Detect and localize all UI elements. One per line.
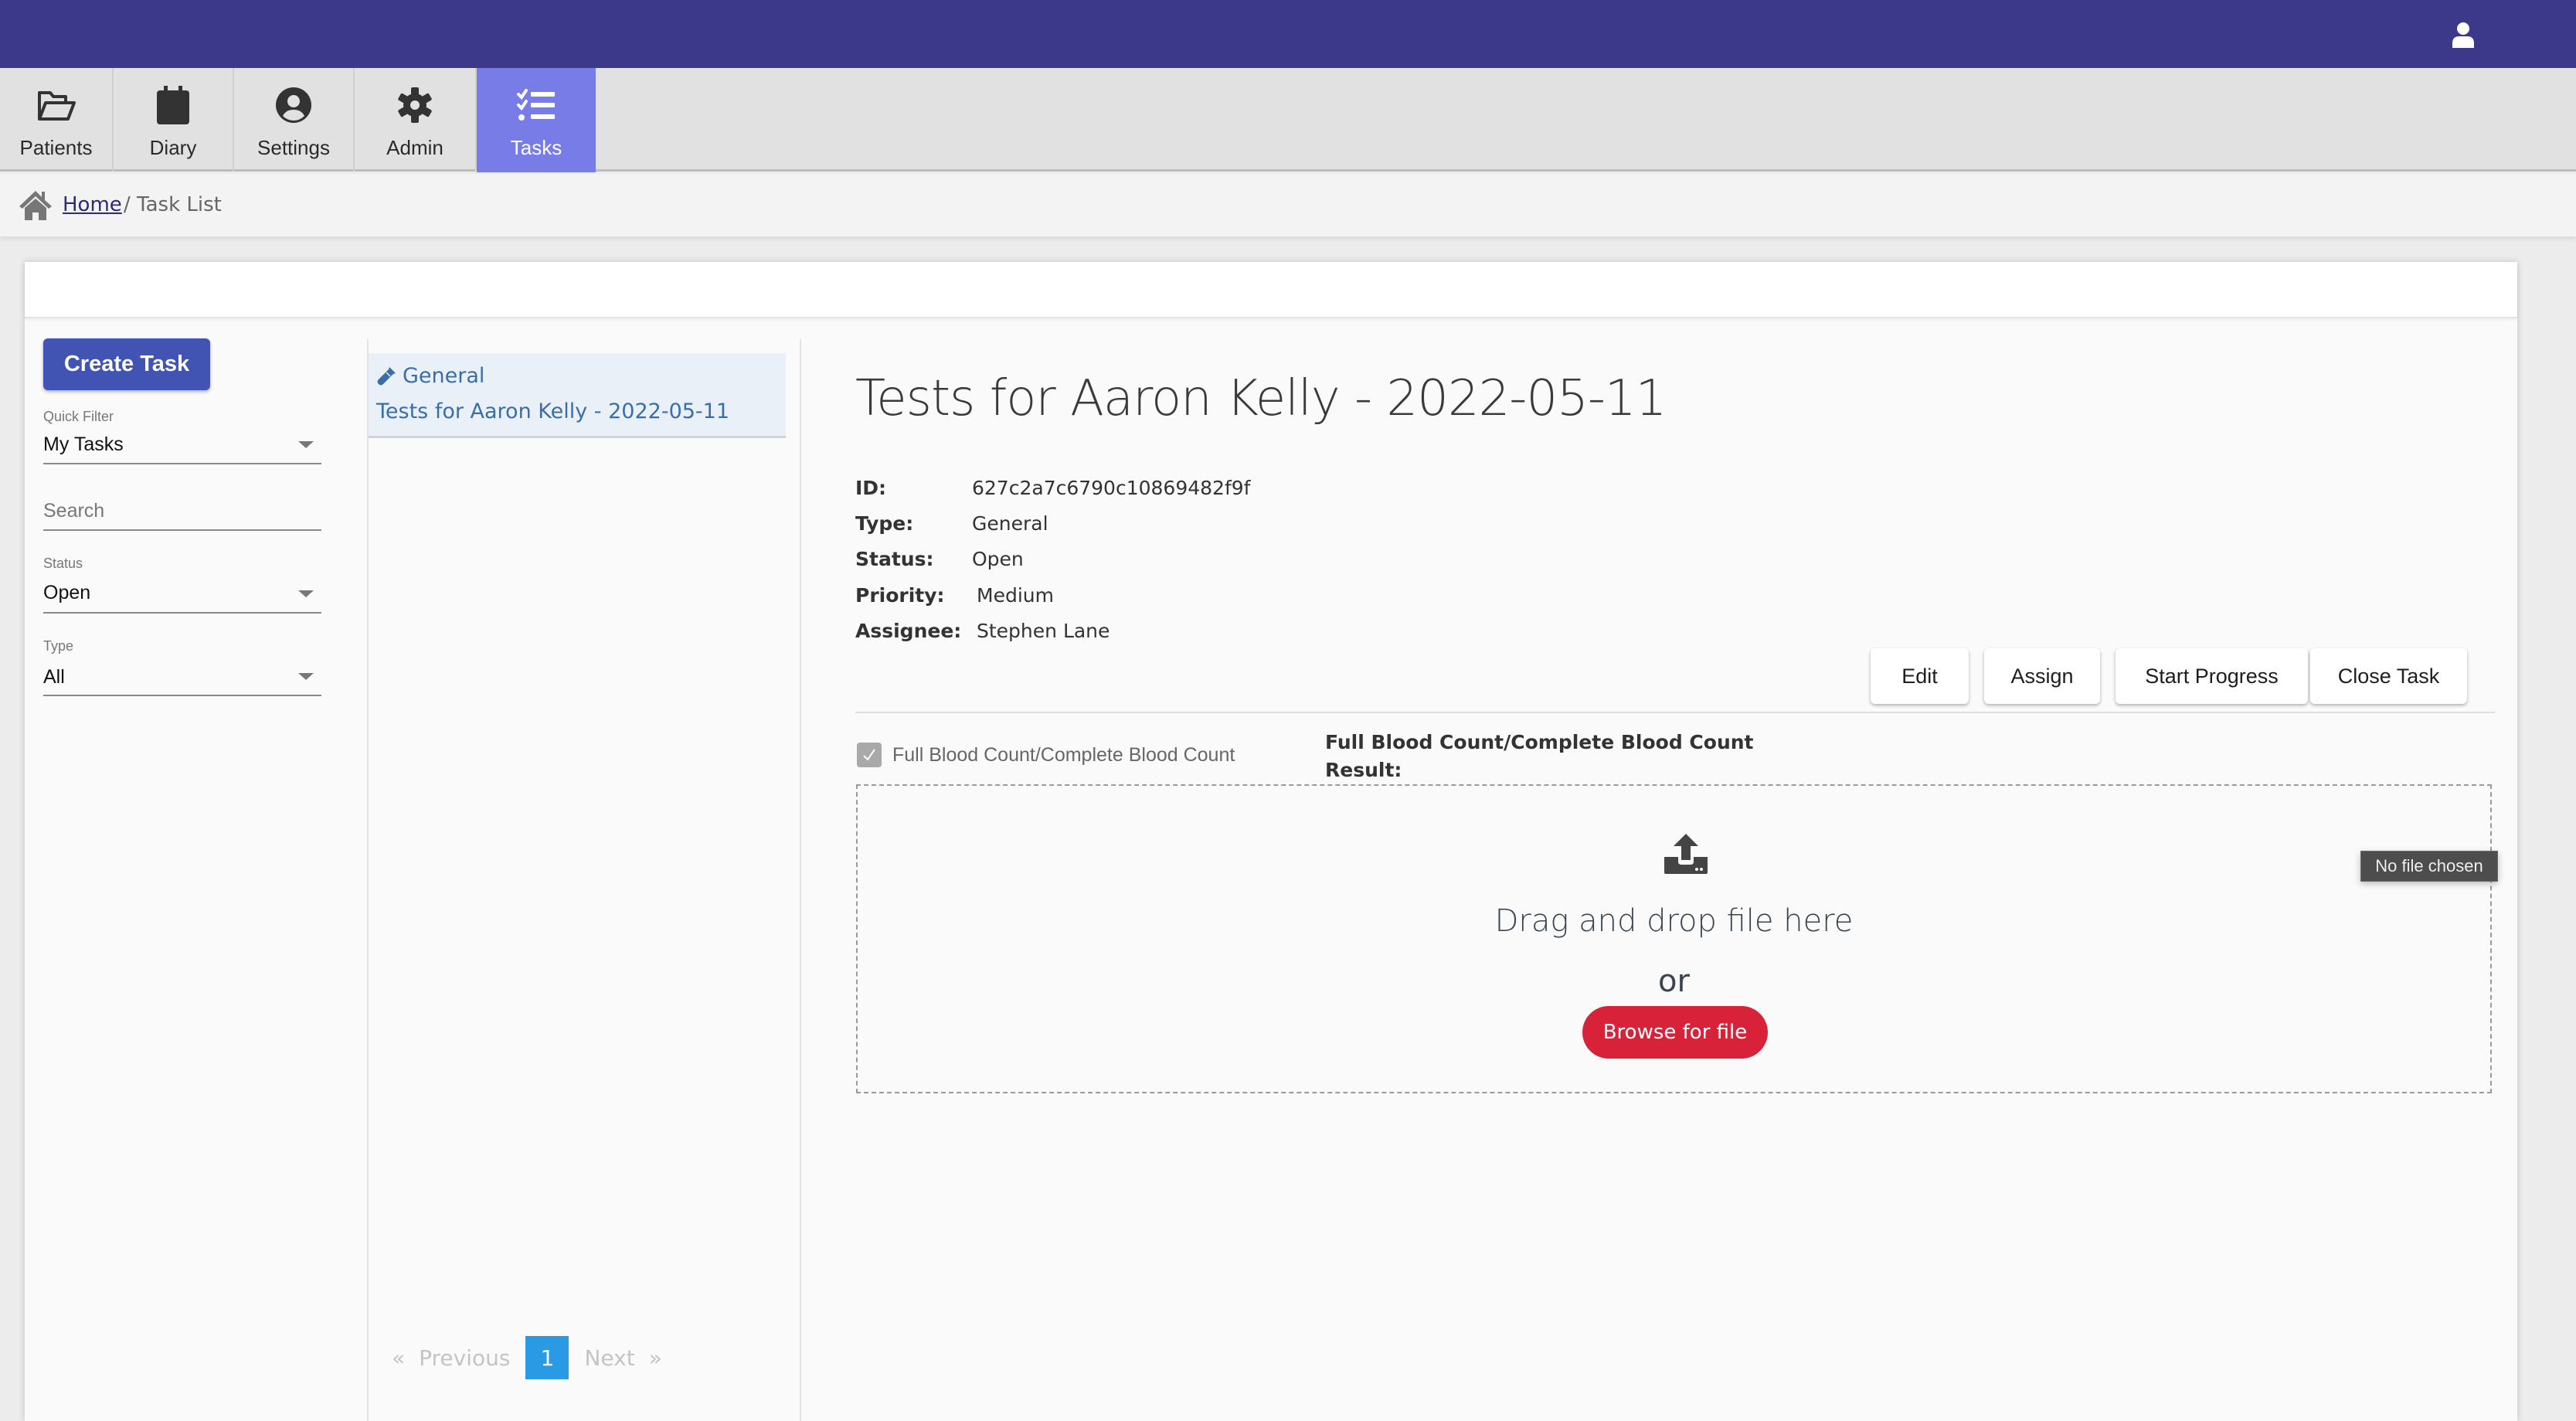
tab-label: Patients bbox=[19, 136, 93, 159]
status-value: Open bbox=[43, 582, 91, 603]
result-heading: Full Blood Count/Complete Blood Count Re… bbox=[1325, 731, 1754, 781]
task-panel: Create Task Quick Filter My Tasks Search… bbox=[25, 262, 2517, 1421]
type-select[interactable]: Type All bbox=[43, 638, 321, 696]
panel-header bbox=[25, 262, 2517, 318]
close-task-button[interactable]: Close Task bbox=[2310, 648, 2467, 704]
tab-tasks[interactable]: Tasks bbox=[477, 68, 596, 172]
list-item[interactable]: General Tests for Aaron Kelly - 2022-05-… bbox=[369, 353, 786, 438]
tab-label: Settings bbox=[257, 136, 330, 159]
user-circle-icon bbox=[274, 85, 314, 125]
chevron-down-icon bbox=[298, 441, 314, 448]
task-title: Tests for Aaron Kelly - 2022-05-11 bbox=[376, 399, 730, 423]
tab-label: Tasks bbox=[510, 136, 562, 159]
pagination: « Previous 1 Next » bbox=[392, 1336, 662, 1379]
task-title-heading: Tests for Aaron Kelly - 2022-05-11 bbox=[855, 370, 1667, 427]
search-placeholder: Search bbox=[43, 500, 105, 522]
next-button[interactable]: Next bbox=[584, 1345, 634, 1371]
first-page-button[interactable]: « bbox=[392, 1345, 405, 1371]
breadcrumb-current: / Task List bbox=[124, 193, 222, 216]
quick-filter-value: My Tasks bbox=[43, 433, 124, 455]
start-progress-button[interactable]: Start Progress bbox=[2116, 648, 2308, 704]
page-1-button[interactable]: 1 bbox=[525, 1336, 569, 1379]
tab-diary[interactable]: Diary bbox=[114, 68, 234, 172]
type-label: Type bbox=[43, 638, 74, 654]
quick-filter-select[interactable]: Quick Filter My Tasks bbox=[43, 409, 321, 464]
status-label: Status bbox=[43, 556, 83, 571]
tab-settings[interactable]: Settings bbox=[234, 68, 355, 172]
task-category: General bbox=[403, 364, 485, 388]
create-task-button[interactable]: Create Task bbox=[43, 338, 210, 390]
check-icon bbox=[863, 749, 875, 761]
breadcrumb-home-link[interactable]: Home bbox=[63, 193, 122, 216]
tab-admin[interactable]: Admin bbox=[355, 68, 477, 172]
type-value: All bbox=[43, 666, 65, 688]
test-checkbox[interactable] bbox=[857, 743, 882, 767]
tab-label: Diary bbox=[149, 136, 197, 159]
main-nav: Patients Diary Settings Admin Tasks bbox=[0, 68, 2576, 172]
top-bar bbox=[0, 0, 2576, 68]
calendar-icon bbox=[153, 85, 193, 125]
test-tube-icon bbox=[377, 366, 396, 385]
status-select[interactable]: Status Open bbox=[43, 556, 321, 614]
chevron-down-icon bbox=[298, 590, 314, 597]
quick-filter-label: Quick Filter bbox=[43, 409, 114, 424]
user-icon[interactable] bbox=[2451, 22, 2476, 48]
task-list-icon bbox=[516, 85, 556, 125]
test-label: Full Blood Count/Complete Blood Count bbox=[892, 744, 1235, 766]
previous-button[interactable]: Previous bbox=[419, 1345, 510, 1371]
file-tooltip: No file chosen bbox=[2360, 851, 2498, 882]
search-input[interactable]: Search bbox=[43, 494, 321, 531]
breadcrumb: Home / Task List bbox=[0, 174, 2576, 236]
tab-patients[interactable]: Patients bbox=[0, 68, 114, 172]
task-list: General Tests for Aaron Kelly - 2022-05-… bbox=[367, 339, 801, 1421]
divider bbox=[855, 712, 2495, 713]
edit-button[interactable]: Edit bbox=[1871, 648, 1969, 704]
home-icon bbox=[19, 191, 52, 220]
gear-icon bbox=[395, 85, 435, 125]
browse-file-button[interactable]: Browse for file bbox=[1582, 1006, 1768, 1059]
or-text: or bbox=[1658, 964, 1690, 999]
folder-open-icon bbox=[36, 85, 76, 125]
assign-button[interactable]: Assign bbox=[1984, 648, 2100, 704]
tab-label: Admin bbox=[386, 136, 443, 159]
upload-icon bbox=[1664, 834, 1708, 874]
file-dropzone[interactable]: Drag and drop file here or Browse for fi… bbox=[856, 784, 2492, 1093]
chevron-down-icon bbox=[298, 673, 314, 680]
drag-drop-text: Drag and drop file here bbox=[1494, 903, 1854, 939]
last-page-button[interactable]: » bbox=[649, 1345, 662, 1371]
